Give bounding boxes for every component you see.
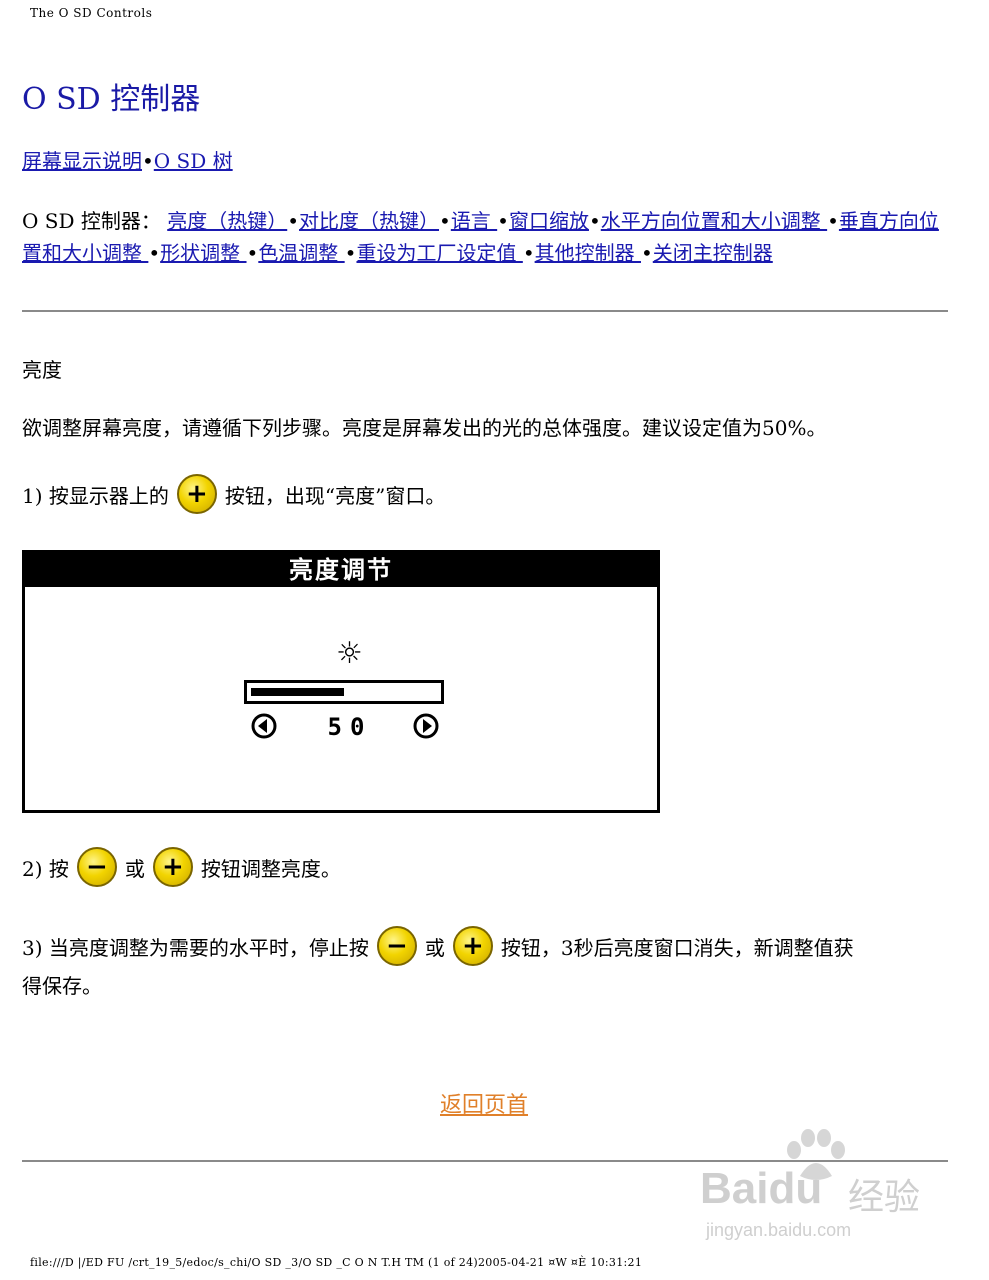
osd-brightness-value: 50 xyxy=(327,713,373,741)
brightness-slider-fill xyxy=(251,688,344,696)
controls-nav-prefix: O SD 控制器： xyxy=(22,209,161,233)
link-window-zoom[interactable]: 窗口缩放 xyxy=(509,209,589,233)
plus-icon: + xyxy=(185,479,208,509)
section-title: 亮度 xyxy=(22,358,62,382)
sub-nav: 屏幕显示说明•O SD 树 xyxy=(22,145,233,174)
osd-brightness-window: 亮度调节 ☼ 50 xyxy=(22,550,660,813)
plus-button-icon: + xyxy=(176,474,217,514)
step-1-text-post: 按钮，出现“亮度”窗口。 xyxy=(224,483,446,508)
controls-nav: O SD 控制器： 亮度（热键）•对比度（热键）•语言 •窗口缩放•水平方向位置… xyxy=(22,205,952,269)
link-shape[interactable]: 形状调整 xyxy=(160,241,246,265)
step-2-text-pre: 2) 按 xyxy=(22,856,69,881)
link-brightness[interactable]: 亮度（热键） xyxy=(167,209,287,233)
nav-separator: • xyxy=(640,241,653,265)
step-3: 3) 当亮度调整为需要的水平时，停止按 − 或 + 按钮，3秒后亮度窗口消失，新… xyxy=(22,926,854,966)
nav-separator: • xyxy=(148,241,161,265)
divider-top xyxy=(22,310,948,312)
link-other-controls[interactable]: 其他控制器 xyxy=(535,241,641,265)
section-intro: 欲调整屏幕亮度，请遵循下列步骤。亮度是屏幕发出的光的总体强度。建议设定值为50%… xyxy=(22,416,827,440)
step-3-text-mid: 或 xyxy=(424,935,445,960)
nav-separator: • xyxy=(142,149,154,173)
document-footer: file:///D |/ED FU /crt_19_5/edoc/s_chi/O… xyxy=(30,1256,643,1269)
link-osd-tree[interactable]: O SD 树 xyxy=(154,149,233,173)
step-2: 2) 按 − 或 + 按钮调整亮度。 xyxy=(22,847,341,887)
watermark-brand: Baidu xyxy=(700,1164,823,1213)
nav-separator: • xyxy=(497,209,509,233)
minus-button-icon: − xyxy=(76,847,117,887)
osd-window-title: 亮度调节 xyxy=(25,553,657,587)
step-1: 1) 按显示器上的 + 按钮，出现“亮度”窗口。 xyxy=(22,474,445,514)
link-osd-description[interactable]: 屏幕显示说明 xyxy=(22,149,142,173)
nav-separator: • xyxy=(344,241,357,265)
link-factory-reset[interactable]: 重设为工厂设定值 xyxy=(356,241,522,265)
right-arrow-icon xyxy=(413,713,439,739)
sun-icon: ☼ xyxy=(336,636,363,671)
minus-icon: − xyxy=(385,931,408,961)
step-3-text-pre: 3) 当亮度调整为需要的水平时，停止按 xyxy=(22,935,369,960)
plus-icon: + xyxy=(161,852,184,882)
watermark-url: jingyan.baidu.com xyxy=(706,1220,852,1240)
nav-separator: • xyxy=(246,241,259,265)
brightness-slider xyxy=(244,680,444,704)
baidu-watermark: Baidu 经验 jingyan.baidu.com xyxy=(700,1128,960,1248)
link-horizontal-position[interactable]: 水平方向位置和大小调整 xyxy=(601,209,827,233)
link-close-main-controls[interactable]: 关闭主控制器 xyxy=(653,241,773,265)
document-header-title: The O SD Controls xyxy=(30,6,153,20)
link-color-temperature[interactable]: 色温调整 xyxy=(258,241,344,265)
link-language[interactable]: 语言 xyxy=(451,209,497,233)
nav-separator: • xyxy=(287,209,300,233)
nav-separator: • xyxy=(522,241,535,265)
minus-icon: − xyxy=(85,852,108,882)
link-contrast[interactable]: 对比度（热键） xyxy=(299,209,439,233)
plus-button-icon: + xyxy=(152,847,193,887)
page-title: O SD 控制器 xyxy=(22,82,201,117)
plus-icon: + xyxy=(461,931,484,961)
nav-separator: • xyxy=(439,209,451,233)
step-2-text-mid: 或 xyxy=(124,856,145,881)
minus-button-icon: − xyxy=(376,926,417,966)
watermark-brand-cn: 经验 xyxy=(848,1177,921,1218)
step-3-text-post: 按钮，3秒后亮度窗口消失，新调整值获 xyxy=(500,935,854,960)
step-2-text-post: 按钮调整亮度。 xyxy=(200,856,341,881)
nav-separator: • xyxy=(827,209,839,233)
left-arrow-icon xyxy=(251,713,277,739)
plus-button-icon: + xyxy=(452,926,493,966)
step-1-text-pre: 1) 按显示器上的 xyxy=(22,483,169,508)
nav-separator: • xyxy=(588,209,601,233)
back-to-top-link[interactable]: 返回页首 xyxy=(440,1087,528,1119)
step-3-text-line2: 得保存。 xyxy=(22,974,102,998)
